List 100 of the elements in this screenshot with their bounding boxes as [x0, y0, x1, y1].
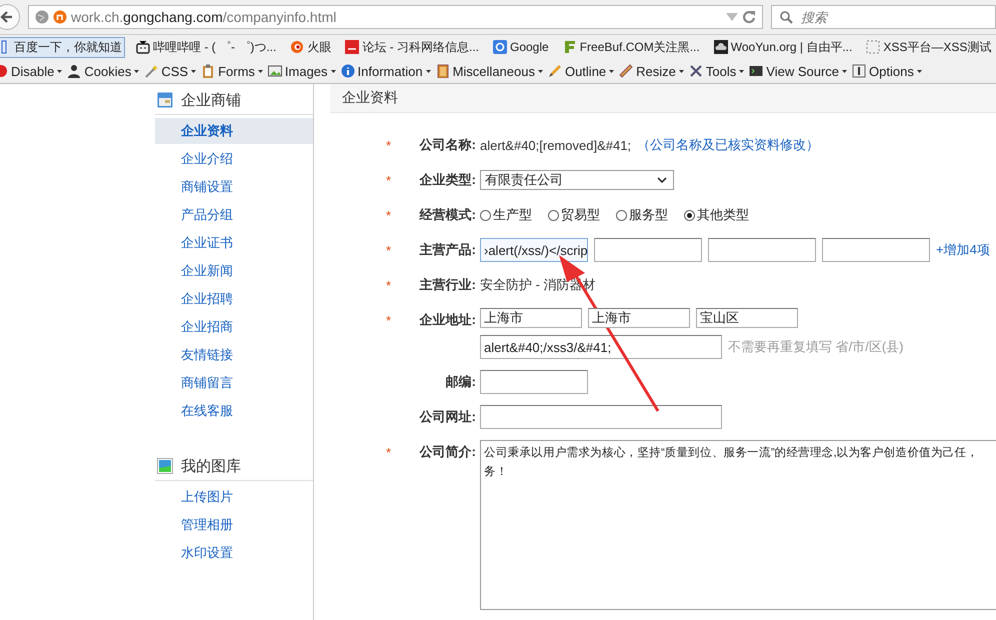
url-text: work.ch.gongchang.com/companyinfo.html: [71, 9, 338, 25]
sidebar-item[interactable]: 企业招聘: [155, 286, 313, 312]
sidebar-item[interactable]: 商铺设置: [155, 174, 313, 200]
image-icon: [268, 64, 282, 78]
input-field[interactable]: 上海市: [588, 308, 690, 328]
radio-button[interactable]: [480, 210, 491, 220]
cloud-icon: [714, 40, 728, 54]
toolbar-menu[interactable]: Options: [852, 64, 922, 78]
field-label: 公司简介:: [420, 443, 476, 461]
bookmark[interactable]: FreeBuf.COM关注黑...: [560, 36, 703, 58]
storefront-icon: [157, 92, 173, 108]
logo-icon: [345, 40, 360, 54]
company-name: alert&#40;[removed]&#41;: [480, 138, 632, 152]
caret-icon: [134, 70, 140, 72]
search-field[interactable]: 搜索: [771, 5, 996, 29]
required-mark: *: [386, 278, 392, 292]
reload-icon[interactable]: [742, 10, 756, 24]
sidebar-item[interactable]: 上传图片: [155, 484, 313, 510]
back-arrow-icon: [0, 10, 14, 24]
sidebar-item[interactable]: 企业资料: [155, 118, 313, 144]
toolbar-menu[interactable]: Miscellaneous: [436, 64, 543, 78]
required-mark: *: [386, 208, 392, 222]
caret-icon: [842, 70, 848, 72]
caret-icon: [678, 70, 684, 72]
site-icon: [53, 10, 67, 24]
radio-option[interactable]: 生产型: [480, 206, 532, 224]
type-select[interactable]: 有限责任公司: [480, 170, 674, 190]
field-label: 企业地址:: [420, 311, 476, 329]
toolbar-menu[interactable]: Cookies: [67, 64, 140, 78]
required-mark: *: [386, 312, 392, 328]
caret-icon: [57, 70, 62, 72]
input-field[interactable]: [480, 405, 722, 429]
sidebar-item[interactable]: 友情链接: [155, 342, 313, 368]
toolbar-menu[interactable]: Outline: [548, 64, 614, 78]
input-field[interactable]: 上海市: [480, 308, 582, 328]
eye-icon: [290, 40, 304, 54]
ruler-icon: [619, 64, 634, 78]
sidebar-item[interactable]: 企业介绍: [155, 146, 313, 172]
text-area[interactable]: 公司秉承以用户需求为核心，坚持“质量到位、服务一流”的经营理念,以为客户创造价值为己任， 务！: [480, 440, 996, 610]
sidebar-item[interactable]: 企业新闻: [155, 258, 313, 284]
field-label: 企业类型:: [420, 171, 476, 189]
info-icon: [340, 64, 355, 78]
radio-button[interactable]: [616, 210, 627, 220]
back-button[interactable]: [0, 4, 20, 30]
add-link[interactable]: +增加4项: [936, 241, 990, 259]
caret-icon: [609, 70, 614, 72]
sidebar-item[interactable]: 产品分组: [155, 202, 313, 228]
input-field[interactable]: [708, 238, 816, 262]
radio-option[interactable]: 贸易型: [548, 206, 600, 224]
input-field[interactable]: alert&#40;/xss3/&#41;: [480, 335, 722, 359]
bookmark[interactable]: 百度一下，你就知道: [0, 36, 125, 58]
page-icon: [866, 40, 880, 54]
bookmark[interactable]: XSS平台—XSS测试: [863, 36, 994, 58]
toolbar-menu[interactable]: Forms: [201, 64, 263, 78]
caret-icon: [258, 70, 263, 72]
logo-icon: [493, 40, 507, 54]
terminal-icon: [749, 64, 764, 78]
radio-option[interactable]: 其他类型: [684, 206, 749, 224]
bookmark[interactable]: Google: [490, 38, 552, 56]
image-icon: [157, 458, 173, 474]
caret-icon: [191, 70, 196, 72]
input-field[interactable]: ›alert(/xss/)</scrip: [480, 238, 588, 262]
field-label: 公司名称:: [420, 136, 476, 154]
toolbar-menu[interactable]: Images: [268, 64, 336, 78]
field-label: 公司网址:: [420, 408, 476, 426]
radio-option[interactable]: 服务型: [616, 206, 668, 224]
sidebar-item[interactable]: 企业证书: [155, 230, 313, 256]
sidebar-item[interactable]: 商铺留言: [155, 370, 313, 396]
caret-icon: [916, 70, 922, 72]
input-field[interactable]: [480, 370, 588, 394]
radio-button[interactable]: [684, 210, 695, 220]
address-bar[interactable]: work.ch.gongchang.com/companyinfo.html: [28, 5, 763, 29]
input-field[interactable]: 宝山区: [696, 308, 798, 328]
input-field[interactable]: [594, 238, 702, 262]
tv-icon: [136, 40, 150, 54]
toolbar-menu[interactable]: View Source: [749, 64, 848, 78]
switch-icon: [852, 64, 866, 78]
bookmark[interactable]: 论坛 - 习科网络信息...: [342, 36, 482, 58]
section-title: 我的图库: [181, 456, 241, 476]
globe-icon: [35, 10, 49, 24]
toolbar-menu[interactable]: Disable: [0, 64, 62, 78]
sidebar-item[interactable]: 企业招商: [155, 314, 313, 340]
search-icon: [780, 10, 793, 24]
bookmark[interactable]: 火眼: [287, 36, 334, 58]
sidebar-item[interactable]: 水印设置: [155, 540, 313, 566]
edit-link[interactable]: （公司名称及已核实资料修改）: [637, 136, 820, 154]
toolbar-menu[interactable]: Resize: [619, 64, 684, 78]
wand-icon: [144, 64, 158, 78]
toolbar-menu[interactable]: Information: [340, 64, 431, 78]
logo-icon: [562, 40, 577, 54]
bookmark[interactable]: 哔哩哔哩 - ( ゜- ゜)つ...: [133, 36, 280, 58]
caret-icon: [739, 70, 744, 72]
radio-button[interactable]: [548, 210, 559, 220]
sidebar-item[interactable]: 在线客服: [155, 398, 313, 424]
sidebar-item[interactable]: 管理相册: [155, 512, 313, 538]
required-mark: *: [386, 138, 392, 152]
input-field[interactable]: [822, 238, 930, 262]
toolbar-menu[interactable]: Tools: [688, 64, 744, 78]
bookmark[interactable]: WooYun.org | 自由平...: [710, 36, 856, 58]
toolbar-menu[interactable]: CSS: [144, 64, 196, 78]
